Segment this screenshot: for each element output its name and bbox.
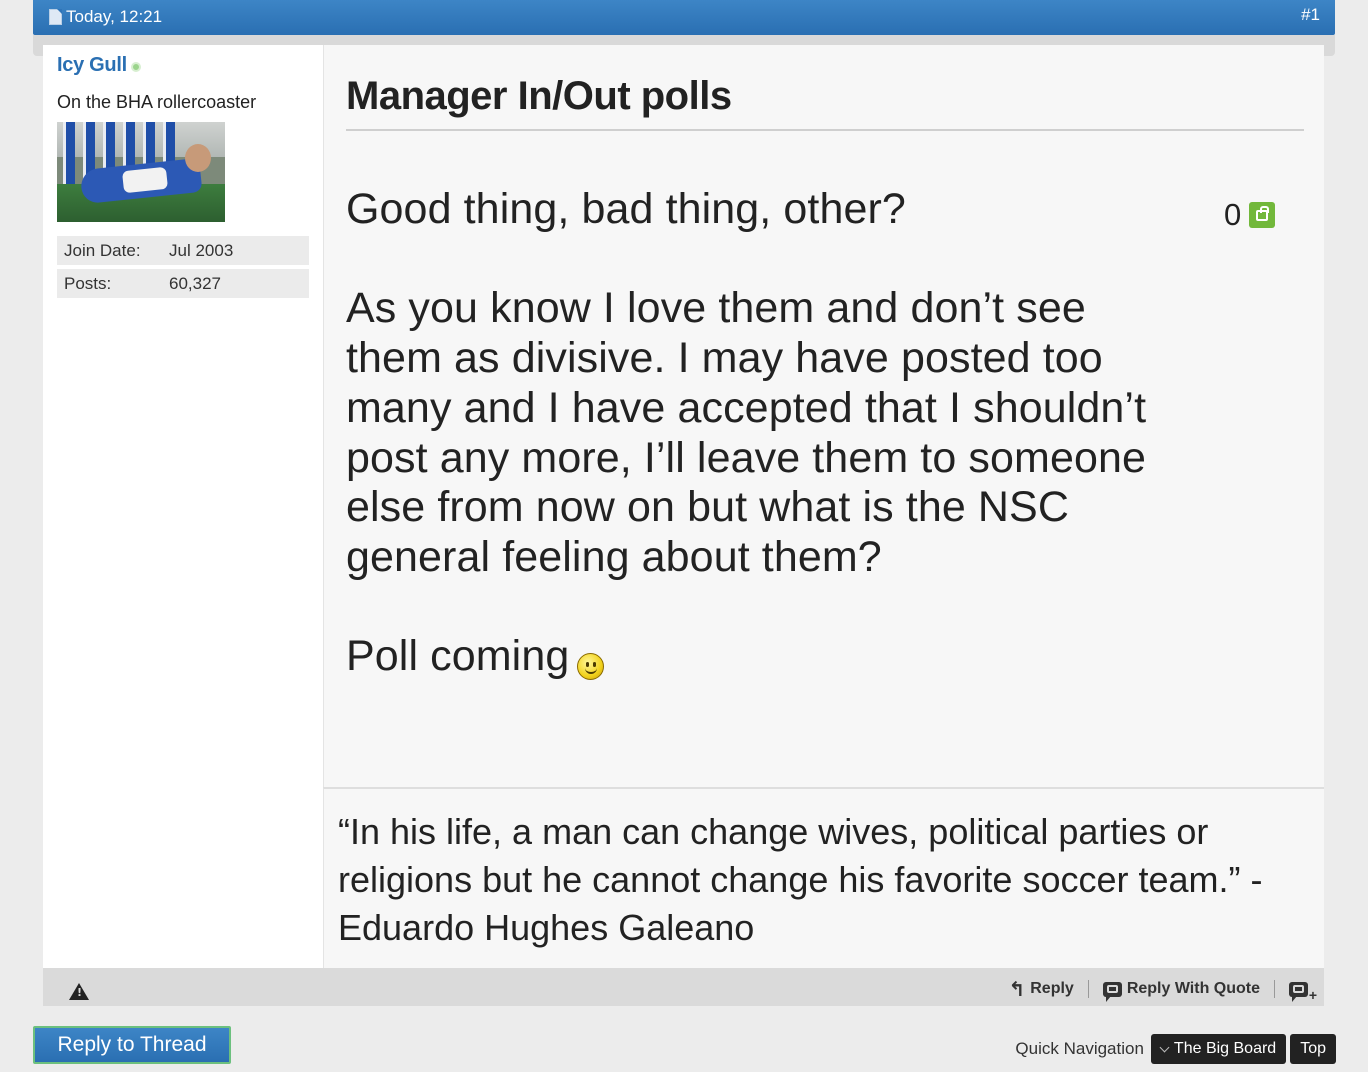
title-divider <box>346 129 1304 131</box>
posts-value: 60,327 <box>169 274 221 293</box>
user-title: On the BHA rollercoaster <box>57 92 257 112</box>
reply-with-quote-button[interactable]: Reply With Quote <box>1102 980 1260 1002</box>
multi-quote-button[interactable]: + <box>1289 981 1317 1003</box>
post-actions: ↰ Reply Reply With Quote + <box>1008 977 1317 1003</box>
message-paragraph: Poll coming <box>346 632 1186 682</box>
reply-to-thread-button[interactable]: Reply to Thread <box>33 1026 231 1064</box>
reply-icon: ↰ <box>1008 977 1026 1001</box>
posts-label: Posts: <box>64 274 112 293</box>
post-message: Good thing, bad thing, other? As you kno… <box>346 185 1186 682</box>
posts-row: Posts: 60,327 <box>57 269 309 298</box>
like-widget: 0 <box>1224 197 1276 233</box>
quick-navigation: Quick Navigation The Big Board Top <box>1015 1034 1336 1064</box>
online-status-icon <box>130 62 141 72</box>
post-footer: ↰ Reply Reply With Quote + <box>43 968 1324 1006</box>
signature-text: “In his life, a man can change wives, po… <box>338 811 1263 948</box>
join-date-row: Join Date: Jul 2003 <box>57 236 309 265</box>
quick-navigation-label: Quick Navigation <box>1015 1039 1144 1058</box>
warning-icon[interactable] <box>69 983 89 1000</box>
reply-button[interactable]: ↰ Reply <box>1008 977 1074 1001</box>
username-link[interactable]: Icy Gull <box>57 54 127 77</box>
post-header: Today, 12:21 #1 <box>33 0 1335 35</box>
action-separator <box>1087 980 1089 998</box>
forum-select-button[interactable]: The Big Board <box>1150 1034 1287 1064</box>
post-title: Manager In/Out polls <box>346 74 732 118</box>
top-button[interactable]: Top <box>1290 1034 1336 1064</box>
post-content: Manager In/Out polls 0 Good thing, bad t… <box>323 45 1324 787</box>
post-number-link[interactable]: #1 <box>1301 5 1320 25</box>
like-icon[interactable] <box>1249 202 1276 228</box>
signature: “In his life, a man can change wives, po… <box>323 787 1324 968</box>
reply-with-quote-icon <box>1102 981 1122 1002</box>
forum-select-label: The Big Board <box>1173 1040 1277 1057</box>
smiley-icon <box>577 653 605 681</box>
join-date-label: Join Date: <box>64 241 141 260</box>
avatar[interactable] <box>57 122 225 222</box>
message-text: Poll coming <box>346 632 570 681</box>
join-date-value: Jul 2003 <box>169 241 234 260</box>
multi-quote-icon: + <box>1289 981 1317 1003</box>
post-date: Today, 12:21 <box>49 7 162 27</box>
like-count: 0 <box>1224 197 1242 232</box>
message-paragraph: Good thing, bad thing, other? <box>346 185 906 233</box>
document-icon <box>49 9 62 25</box>
action-separator <box>1274 980 1275 998</box>
reply-label: Reply <box>1030 980 1074 997</box>
post-date-text: Today, 12:21 <box>66 7 163 26</box>
chevron-down-icon <box>1159 1042 1170 1053</box>
message-paragraph: As you know I love them and don’t see th… <box>346 284 1147 581</box>
username-row: Icy Gull <box>57 54 141 77</box>
user-info-panel: Icy Gull On the BHA rollercoaster Join D… <box>43 45 323 968</box>
reply-with-quote-label: Reply With Quote <box>1126 980 1260 997</box>
